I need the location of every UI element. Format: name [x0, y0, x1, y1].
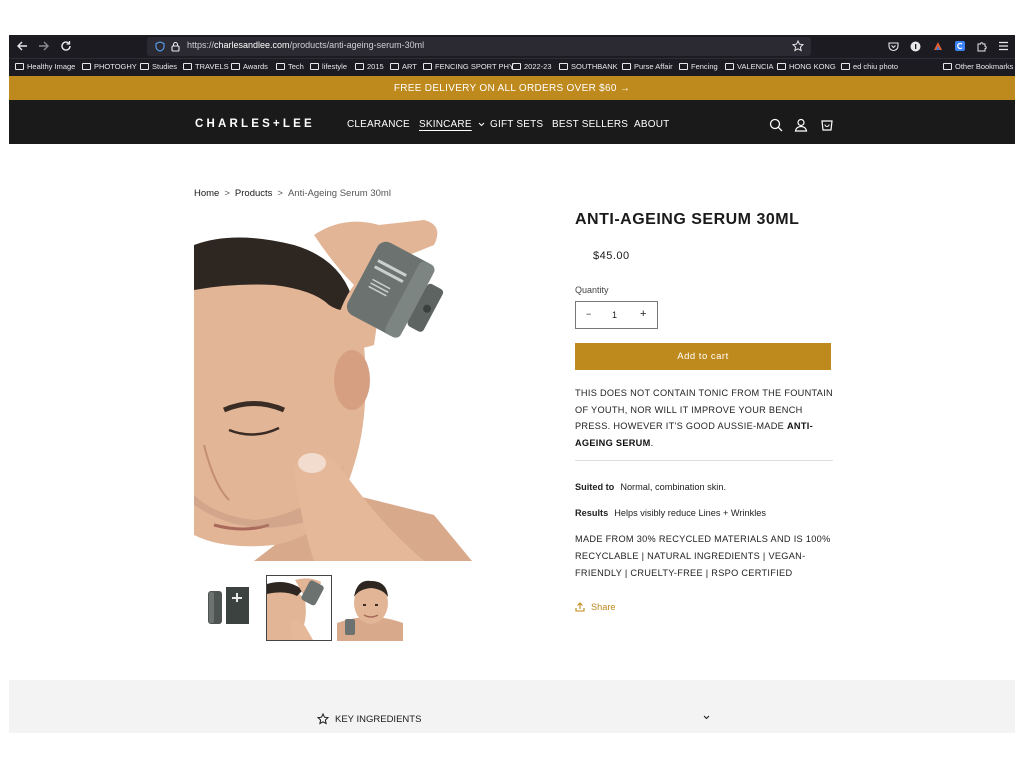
- spec-results: Results Helps visibly reduce Lines + Wrin…: [575, 508, 766, 518]
- spec-suited-to: Suited to Normal, combination skin.: [575, 482, 727, 492]
- chevron-down-icon[interactable]: [703, 715, 710, 720]
- cart-icon[interactable]: [820, 118, 834, 132]
- nav-skincare[interactable]: SKINCARE: [419, 119, 485, 130]
- star-icon: [317, 713, 329, 725]
- nav-about[interactable]: ABOUT: [634, 119, 669, 130]
- folder-icon: [231, 63, 240, 70]
- product-description: THIS DOES NOT CONTAIN TONIC FROM THE FOU…: [575, 388, 833, 449]
- forward-icon[interactable]: [35, 37, 53, 55]
- breadcrumb-separator: >: [224, 188, 230, 199]
- reload-icon[interactable]: [57, 37, 75, 55]
- folder-icon: [841, 63, 850, 70]
- add-to-cart-button[interactable]: Add to cart: [575, 343, 831, 370]
- grammar-extension-icon[interactable]: [954, 40, 966, 52]
- folder-icon: [679, 63, 688, 70]
- bookmark-folder[interactable]: 2022-23: [512, 62, 552, 71]
- address-bar[interactable]: https://charlesandlee.com/products/anti-…: [147, 37, 811, 56]
- account-icon[interactable]: [794, 118, 808, 132]
- folder-icon: [355, 63, 364, 70]
- site-header: CHARLES+LEE CLEARANCE SKINCARE GIFT SETS…: [9, 100, 1015, 144]
- menu-icon[interactable]: [998, 41, 1009, 51]
- bookmark-folder[interactable]: Healthy Image: [15, 62, 75, 71]
- breadcrumb-home[interactable]: Home: [194, 188, 219, 199]
- quantity-decrease-button[interactable]: −: [586, 309, 591, 319]
- lock-icon[interactable]: [171, 41, 180, 52]
- extension-circle-icon[interactable]: [910, 41, 921, 52]
- product-main-image[interactable]: [194, 215, 472, 561]
- folder-icon: [310, 63, 319, 70]
- bookmark-folder[interactable]: TRAVELS: [183, 62, 229, 71]
- search-icon[interactable]: [769, 118, 783, 132]
- product-credentials: MADE FROM 30% RECYCLED MATERIALS AND IS …: [575, 534, 831, 578]
- share-button[interactable]: Share: [575, 602, 616, 612]
- divider: [575, 460, 833, 461]
- nav-gift-sets[interactable]: GIFT SETS: [490, 119, 543, 130]
- folder-icon: [423, 63, 432, 70]
- pocket-icon[interactable]: [888, 41, 899, 52]
- folder-icon: [622, 63, 631, 70]
- url-text[interactable]: https://charlesandlee.com/products/anti-…: [187, 40, 424, 50]
- folder-icon: [777, 63, 786, 70]
- browser-toolbar: https://charlesandlee.com/products/anti-…: [9, 35, 1015, 58]
- breadcrumb-current: Anti-Ageing Serum 30ml: [287, 188, 391, 199]
- product-price: $45.00: [593, 250, 630, 262]
- chevron-down-icon: [478, 122, 485, 127]
- announcement-bar[interactable]: FREE DELIVERY ON ALL ORDERS OVER $60 →: [9, 76, 1015, 100]
- bookmark-folder[interactable]: lifestyle: [310, 62, 347, 71]
- product-thumbnail-selected[interactable]: [266, 575, 332, 641]
- key-ingredients-toggle[interactable]: KEY INGREDIENTS: [317, 713, 421, 725]
- bookmark-folder[interactable]: Studies: [140, 62, 177, 71]
- folder-icon: [140, 63, 149, 70]
- folder-icon: [82, 63, 91, 70]
- breadcrumb: Home > Products > Anti-Ageing Serum 30ml: [194, 188, 391, 199]
- folder-icon: [725, 63, 734, 70]
- quantity-input[interactable]: 1: [612, 310, 617, 320]
- breadcrumb-separator: >: [277, 188, 283, 199]
- bookmark-folder[interactable]: ed chiu photo: [841, 62, 898, 71]
- back-icon[interactable]: [13, 37, 31, 55]
- folder-icon: [559, 63, 568, 70]
- folder-icon: [943, 63, 952, 70]
- shield-icon: [155, 41, 165, 52]
- key-ingredients-section: KEY INGREDIENTS: [9, 680, 1015, 733]
- nav-best-sellers[interactable]: BEST SELLERS: [552, 119, 628, 130]
- folder-icon: [183, 63, 192, 70]
- folder-icon: [390, 63, 399, 70]
- bookmark-folder[interactable]: FENCING SPORT PHY: [423, 62, 514, 71]
- bookmark-folder[interactable]: Fencing: [679, 62, 718, 71]
- bookmark-folder[interactable]: Tech: [276, 62, 304, 71]
- bookmark-folder[interactable]: PHOTOGHY: [82, 62, 137, 71]
- share-icon: [575, 602, 585, 612]
- extensions-puzzle-icon[interactable]: [976, 40, 988, 52]
- breadcrumb-products[interactable]: Products: [235, 188, 273, 199]
- product-thumbnail[interactable]: [337, 575, 403, 641]
- bookmark-folder[interactable]: Purse Affair: [622, 62, 673, 71]
- other-bookmarks[interactable]: Other Bookmarks: [943, 62, 1013, 71]
- folder-icon: [276, 63, 285, 70]
- bookmark-folder[interactable]: VALENCIA: [725, 62, 774, 71]
- bookmark-star-icon[interactable]: [792, 40, 804, 52]
- bookmark-folder[interactable]: SOUTHBANK: [559, 62, 618, 71]
- bookmarks-bar: Healthy Image PHOTOGHY Studies TRAVELS A…: [9, 58, 1015, 76]
- product-title: ANTI-AGEING SERUM 30ML: [575, 211, 800, 228]
- quantity-stepper: − 1 +: [575, 301, 658, 329]
- bookmark-folder[interactable]: HONG KONG: [777, 62, 836, 71]
- nav-clearance[interactable]: CLEARANCE: [347, 119, 410, 130]
- colorful-extension-icon[interactable]: [932, 40, 944, 52]
- folder-icon: [15, 63, 24, 70]
- bookmark-folder[interactable]: 2015: [355, 62, 384, 71]
- product-thumbnail[interactable]: [197, 575, 263, 641]
- browser-window: https://charlesandlee.com/products/anti-…: [9, 35, 1015, 733]
- site-logo[interactable]: CHARLES+LEE: [195, 118, 315, 130]
- quantity-increase-button[interactable]: +: [640, 308, 646, 320]
- folder-icon: [512, 63, 521, 70]
- quantity-label: Quantity: [575, 285, 609, 295]
- bookmark-folder[interactable]: ART: [390, 62, 417, 71]
- bookmark-folder[interactable]: Awards: [231, 62, 268, 71]
